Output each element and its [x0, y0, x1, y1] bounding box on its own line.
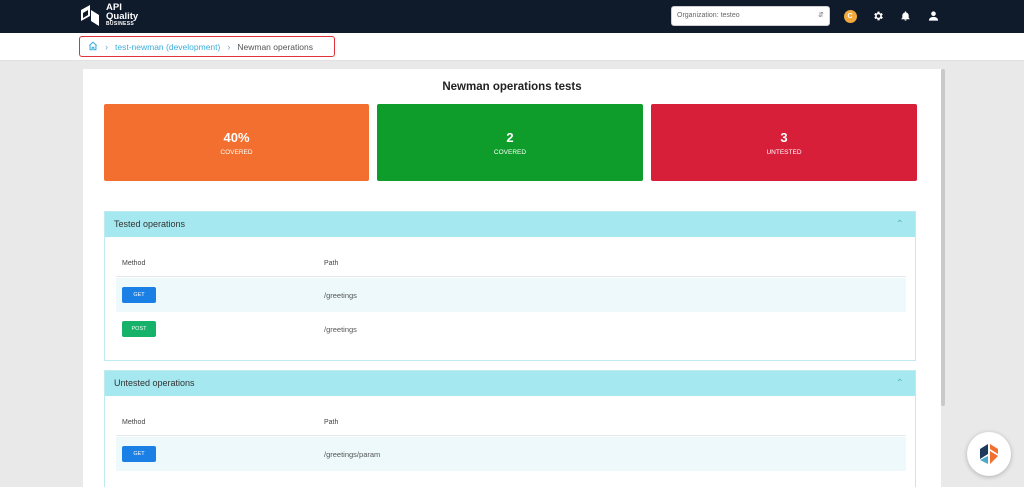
- stat-value: 3: [780, 130, 788, 145]
- table-header: Method Path: [116, 419, 906, 436]
- top-navbar: API Quality BUSINESS Organization: teste…: [0, 0, 1024, 33]
- method-badge: GET: [122, 287, 156, 303]
- tested-operations-header[interactable]: Tested operations ⌃: [105, 212, 915, 237]
- chevron-right-icon: ›: [105, 41, 108, 52]
- help-chat-button[interactable]: [967, 432, 1011, 476]
- stat-value: 40%: [223, 130, 250, 145]
- gear-icon[interactable]: [871, 9, 885, 23]
- table-header: Method Path: [116, 260, 906, 277]
- user-svg: [928, 11, 938, 21]
- scrollbar[interactable]: [941, 69, 945, 406]
- home-icon[interactable]: [88, 41, 98, 53]
- stat-label: COVERED: [493, 149, 527, 156]
- coin-badge: C: [843, 9, 857, 23]
- page-title: Newman operations tests: [442, 81, 582, 93]
- operation-path: /greetings: [324, 325, 357, 334]
- home-svg: [88, 41, 98, 50]
- coin-icon[interactable]: C: [843, 9, 857, 23]
- organization-select-value: Organization: testeo: [677, 12, 740, 19]
- bell-icon[interactable]: [898, 9, 912, 23]
- stat-card-covered: 2 COVERED: [377, 104, 643, 181]
- untested-operations-header[interactable]: Untested operations ⌃: [105, 371, 915, 396]
- stat-label: COVERED: [220, 149, 253, 156]
- table-row[interactable]: POST /greetings: [116, 312, 906, 346]
- organization-select[interactable]: Organization: testeo ⇵: [671, 6, 830, 26]
- chevron-up-icon[interactable]: ⌃: [896, 371, 904, 396]
- table-row[interactable]: GET /greetings/param: [116, 437, 906, 471]
- breadcrumb-current: Newman operations: [237, 41, 313, 52]
- user-icon[interactable]: [926, 9, 940, 23]
- breadcrumb-project-link[interactable]: test-newman (development): [115, 42, 220, 52]
- stat-value: 2: [506, 130, 514, 145]
- logo-icon: [81, 5, 99, 26]
- breadcrumb: › test-newman (development) › Newman ope…: [79, 36, 335, 57]
- app-logo[interactable]: API Quality BUSINESS: [79, 3, 159, 31]
- column-path: Path: [324, 419, 339, 426]
- operation-path: /greetings: [324, 291, 357, 300]
- column-method: Method: [122, 260, 146, 267]
- logo-line-2: Quality: [106, 10, 139, 22]
- method-badge: POST: [122, 321, 156, 337]
- select-arrows-icon: ⇵: [818, 12, 824, 19]
- operation-path: /greetings/param: [324, 450, 381, 459]
- column-path: Path: [324, 260, 339, 267]
- chevron-up-icon[interactable]: ⌃: [896, 212, 904, 237]
- table-row[interactable]: GET /greetings: [116, 278, 906, 312]
- stat-card-untested: 3 UNTESTED: [651, 104, 917, 181]
- column-method: Method: [122, 419, 146, 426]
- untested-operations-panel: Untested operations ⌃ Method Path GET /g…: [104, 370, 916, 487]
- section-title: Tested operations: [114, 219, 186, 229]
- method-badge: GET: [122, 446, 156, 462]
- gear-svg: [874, 11, 883, 21]
- stat-label: UNTESTED: [766, 149, 802, 156]
- tested-operations-panel: Tested operations ⌃ Method Path GET /gre…: [104, 211, 916, 361]
- main-content: Newman operations tests 40% COVERED 2 CO…: [83, 69, 941, 487]
- bell-svg: [900, 11, 910, 21]
- brand-icon: [980, 444, 998, 464]
- section-title: Untested operations: [114, 378, 195, 388]
- chevron-right-icon: ›: [227, 41, 231, 52]
- breadcrumb-bar: › test-newman (development) › Newman ope…: [0, 33, 1024, 61]
- logo-text: API Quality BUSINESS: [106, 3, 139, 28]
- logo-line-3: BUSINESS: [106, 21, 134, 27]
- stat-card-coverage: 40% COVERED: [104, 104, 369, 181]
